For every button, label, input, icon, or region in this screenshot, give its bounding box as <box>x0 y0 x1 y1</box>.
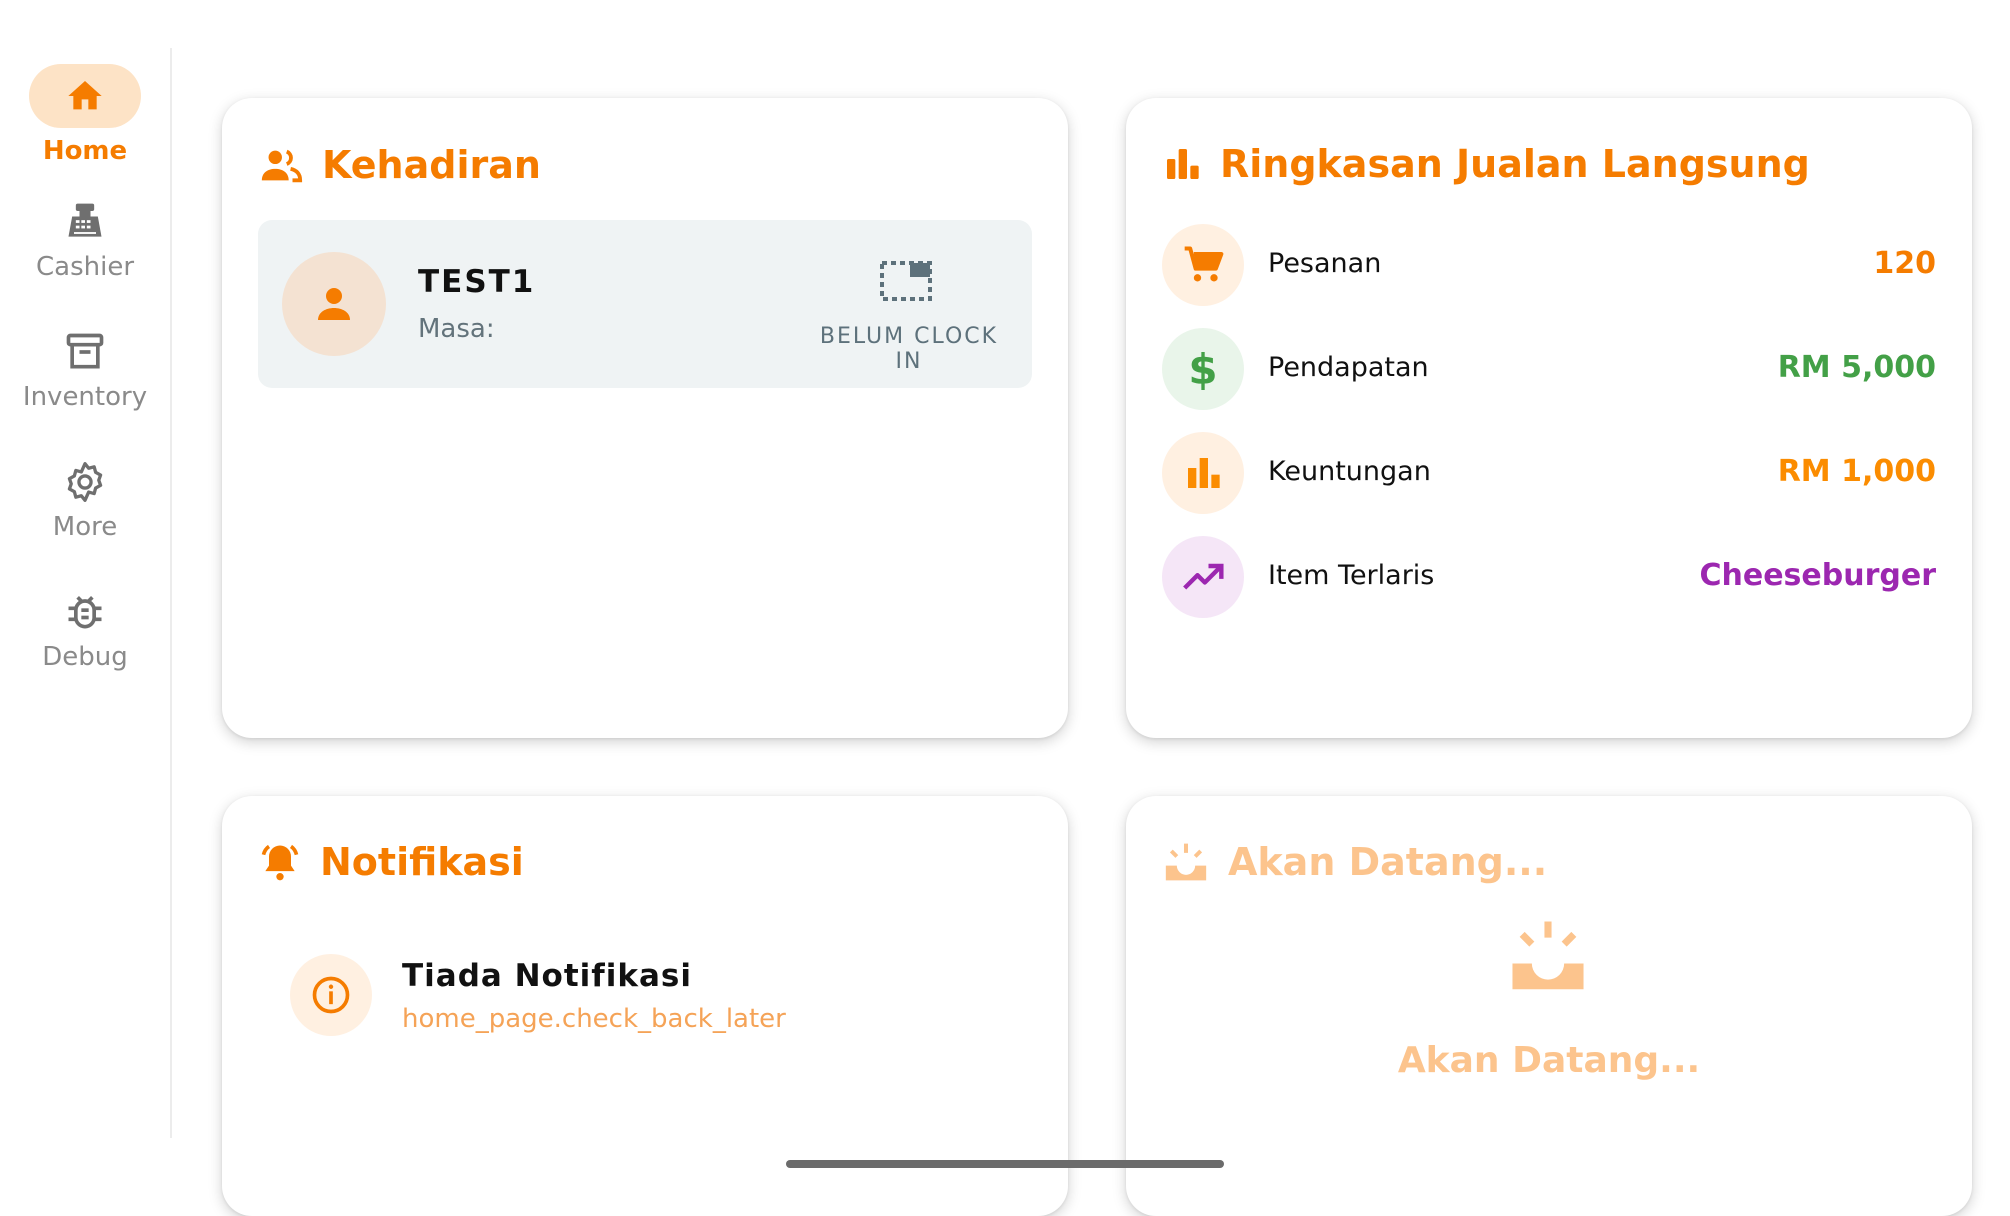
nav-label-debug: Debug <box>42 642 128 672</box>
orders-value: 120 <box>1873 246 1936 281</box>
nav-item-cashier[interactable]: Cashier <box>0 200 170 282</box>
trending-up-icon <box>1183 563 1224 590</box>
person-icon <box>318 288 350 320</box>
bar-chart-icon <box>1167 149 1199 179</box>
profit-label: Keuntungan <box>1268 456 1431 487</box>
sales-summary-title-text: Ringkasan Jualan Langsung <box>1220 142 1810 186</box>
info-icon-circle <box>290 954 372 1036</box>
summary-row-orders: Pesanan 120 <box>1162 224 1936 308</box>
orders-icon-circle <box>1162 224 1244 306</box>
attendance-title-text: Kehadiran <box>322 143 541 187</box>
employee-time-label: Masa: <box>418 314 495 344</box>
info-icon <box>312 976 350 1014</box>
sales-summary-title: Ringkasan Jualan Langsung <box>1162 142 1810 186</box>
summary-row-revenue: $ Pendapatan RM 5,000 <box>1162 328 1936 412</box>
coming-soon-card: Akan Datang... Akan Datang... <box>1126 796 1972 1216</box>
employee-attendance-tile[interactable]: TEST1 Masa: BELUM CLOCK IN <box>258 220 1032 388</box>
revenue-value: RM 5,000 <box>1777 350 1936 385</box>
nav-label-home: Home <box>42 136 128 166</box>
notifications-empty-subtitle: home_page.check_back_later <box>402 1004 786 1034</box>
notifications-card: Notifikasi Tiada Notifikasi home_page.ch… <box>222 796 1068 1216</box>
nav-item-inventory[interactable]: Inventory <box>0 330 170 412</box>
sidebar-divider <box>170 48 172 1138</box>
people-icon <box>261 149 303 183</box>
top-item-value: Cheeseburger <box>1699 558 1936 593</box>
cart-icon <box>1184 246 1224 282</box>
navigation-rail: Home Cashier Inventory More Debug <box>0 0 170 1140</box>
bar-chart-icon <box>1188 458 1220 488</box>
notifications-title: Notifikasi <box>258 840 524 884</box>
attendance-title: Kehadiran <box>258 142 541 188</box>
clock-in-status: BELUM CLOCK IN <box>819 324 999 374</box>
employee-name: TEST1 <box>418 264 536 300</box>
attendance-card: Kehadiran TEST1 Masa: BELUM CLOCK IN <box>222 98 1068 738</box>
inbox-alert-icon <box>1512 921 1584 990</box>
sales-summary-card: Ringkasan Jualan Langsung Pesanan 120 $ … <box>1126 98 1972 738</box>
revenue-label: Pendapatan <box>1268 352 1429 383</box>
nav-label-more: More <box>52 512 118 542</box>
home-indicator[interactable] <box>786 1160 1224 1168</box>
inbox-alert-icon <box>1165 843 1207 881</box>
nav-item-debug[interactable]: Debug <box>0 590 170 672</box>
coming-soon-text: Akan Datang... <box>1397 1040 1701 1081</box>
nav-home-pill[interactable] <box>29 64 141 128</box>
coming-soon-title: Akan Datang... <box>1162 840 1547 884</box>
dollar-icon: $ <box>1188 344 1218 394</box>
summary-row-top-item: Item Terlaris Cheeseburger <box>1162 536 1936 620</box>
coming-soon-title-text: Akan Datang... <box>1228 840 1548 884</box>
profit-icon-circle <box>1162 432 1244 514</box>
bug-icon <box>68 596 102 629</box>
revenue-icon-circle: $ <box>1162 328 1244 410</box>
nav-item-home[interactable]: Home <box>0 64 170 166</box>
summary-row-profit: Keuntungan RM 1,000 <box>1162 432 1936 516</box>
top-item-label: Item Terlaris <box>1268 560 1435 591</box>
bell-ringing-icon <box>261 844 299 881</box>
cash-register-icon <box>68 203 102 237</box>
nav-label-inventory: Inventory <box>22 382 148 412</box>
profit-value: RM 1,000 <box>1777 454 1936 489</box>
orders-label: Pesanan <box>1268 248 1382 279</box>
nav-item-more[interactable]: More <box>0 460 170 542</box>
clock-in-status-icon <box>880 261 932 301</box>
archive-icon <box>66 333 104 369</box>
avatar <box>282 252 386 356</box>
notifications-title-text: Notifikasi <box>320 840 524 884</box>
nav-label-cashier: Cashier <box>35 252 135 282</box>
notifications-empty-title: Tiada Notifikasi <box>402 958 693 994</box>
home-icon <box>68 81 102 110</box>
top-item-icon-circle <box>1162 536 1244 618</box>
gear-icon <box>67 462 103 502</box>
